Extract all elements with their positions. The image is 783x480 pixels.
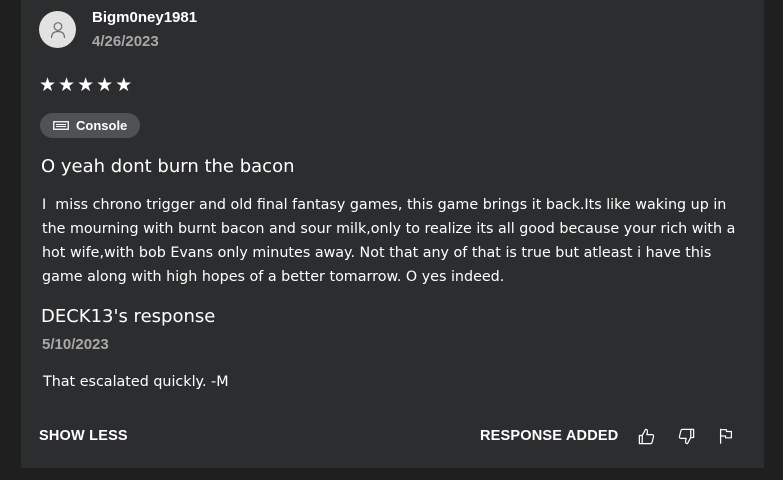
thumbs-down-icon — [678, 428, 694, 444]
review-title: O yeah dont burn the bacon — [41, 156, 295, 177]
star-icon: ★ — [58, 74, 76, 96]
flag-icon — [719, 428, 732, 444]
star-icon: ★ — [39, 74, 57, 96]
thumbs-up-icon — [638, 428, 654, 444]
reviewer-name: Bigm0ney1981 — [92, 9, 198, 26]
star-icon: ★ — [115, 74, 133, 96]
response-added-label: RESPONSE ADDED — [480, 428, 619, 444]
report-button[interactable] — [715, 425, 737, 447]
thumbs-down-button[interactable] — [675, 425, 697, 447]
star-icon: ★ — [96, 74, 114, 96]
platform-label: Console — [76, 118, 128, 133]
response-title: DECK13's response — [41, 306, 216, 327]
avatar — [39, 11, 76, 48]
response-date: 5/10/2023 — [42, 336, 109, 353]
person-icon — [50, 21, 65, 38]
response-body: That escalated quickly. -M — [43, 374, 229, 390]
show-less-button[interactable]: SHOW LESS — [39, 428, 128, 444]
platform-badge: Console — [40, 113, 141, 138]
thumbs-up-button[interactable] — [635, 425, 657, 447]
star-rating: ★ ★ ★ ★ ★ — [39, 74, 132, 96]
review-card: Bigm0ney1981 4/26/2023 ★ ★ ★ ★ ★ Console… — [21, 0, 764, 468]
review-body: I miss chrono trigger and old final fant… — [42, 197, 740, 285]
console-icon — [53, 121, 69, 130]
review-date: 4/26/2023 — [92, 33, 159, 50]
star-icon: ★ — [77, 74, 95, 96]
